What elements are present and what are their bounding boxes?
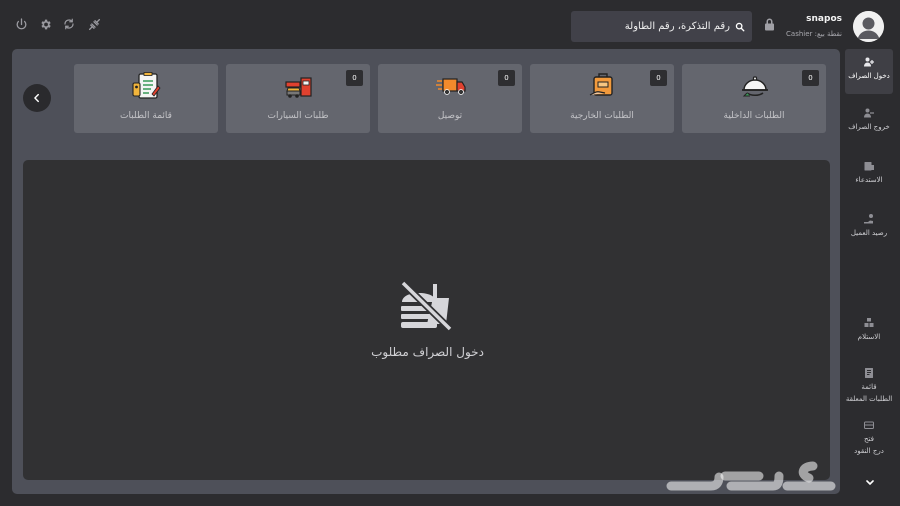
customer-balance-icon <box>864 214 873 224</box>
power-icon[interactable] <box>13 16 29 32</box>
lock-icon[interactable] <box>764 18 776 32</box>
card-label: طلبات السيارات <box>267 111 329 121</box>
disconnect-icon[interactable] <box>86 16 102 32</box>
previous-button[interactable] <box>23 84 51 112</box>
sidebar-item-receiving[interactable]: الاستلام <box>845 317 893 342</box>
top-bar: رقم التذكرة، رقم الطاولة snapos نقطة بيع… <box>0 0 900 50</box>
sidebar-item-cashier-login[interactable]: دخول الصراف <box>845 49 893 94</box>
sidebar-item-cash-drawer[interactable]: فتح درج النقود <box>845 419 893 456</box>
count-badge: 0 <box>498 70 515 86</box>
watermark-logo <box>666 461 836 491</box>
sidebar-item-pending-orders[interactable]: قائمة الطلبات المعلقة <box>845 367 893 404</box>
settings-icon[interactable] <box>37 16 53 32</box>
receiving-icon <box>864 318 874 327</box>
count-badge: 0 <box>802 70 819 86</box>
card-orders-list[interactable]: قائمة الطلبات <box>74 64 218 133</box>
search-input[interactable]: رقم التذكرة، رقم الطاولة <box>571 11 752 42</box>
card-label: قائمة الطلبات <box>120 111 172 121</box>
sidebar: دخول الصراف خروج الصراف الاستدعاء رصيد ا… <box>845 49 900 506</box>
card-takeaway-orders[interactable]: 0 الطلبات الخارجية <box>530 64 674 133</box>
drive-thru-icon <box>285 77 312 98</box>
card-dine-in-orders[interactable]: 0 الطلبات الداخلية <box>682 64 826 133</box>
cashier-login-icon <box>864 57 874 67</box>
cash-drawer-icon <box>864 421 874 429</box>
card-drive-thru[interactable]: 0 طلبات السيارات <box>226 64 370 133</box>
count-badge: 0 <box>650 70 667 86</box>
recall-icon <box>864 162 874 171</box>
card-label: توصيل <box>437 111 463 121</box>
sidebar-item-recall[interactable]: الاستدعاء <box>845 160 893 185</box>
order-list-icon <box>132 72 161 99</box>
takeaway-bag-icon <box>589 73 613 96</box>
search-placeholder: رقم التذكرة، رقم الطاولة <box>624 21 730 32</box>
pending-orders-icon <box>865 368 873 378</box>
refresh-icon[interactable] <box>61 16 77 32</box>
chevron-down-icon[interactable] <box>864 478 876 488</box>
search-icon <box>735 22 745 32</box>
avatar[interactable] <box>853 11 884 42</box>
no-food-icon <box>400 280 453 332</box>
sidebar-item-cashier-logout[interactable]: خروج الصراف <box>845 107 893 132</box>
card-delivery[interactable]: 0 توصيل <box>378 64 522 133</box>
sidebar-item-customer-balance[interactable]: رصيد العميل <box>845 213 893 238</box>
cashier-logout-icon <box>864 108 874 118</box>
card-label: الطلبات الداخلية <box>723 111 785 121</box>
count-badge: 0 <box>346 70 363 86</box>
food-cloche-icon <box>742 76 768 97</box>
delivery-truck-icon <box>436 78 466 95</box>
user-name: snapos <box>806 14 842 24</box>
card-label: الطلبات الخارجية <box>570 111 634 121</box>
user-position: نقطة بيع: Cashier <box>786 30 842 38</box>
empty-state-message: دخول الصراف مطلوب <box>371 345 484 359</box>
